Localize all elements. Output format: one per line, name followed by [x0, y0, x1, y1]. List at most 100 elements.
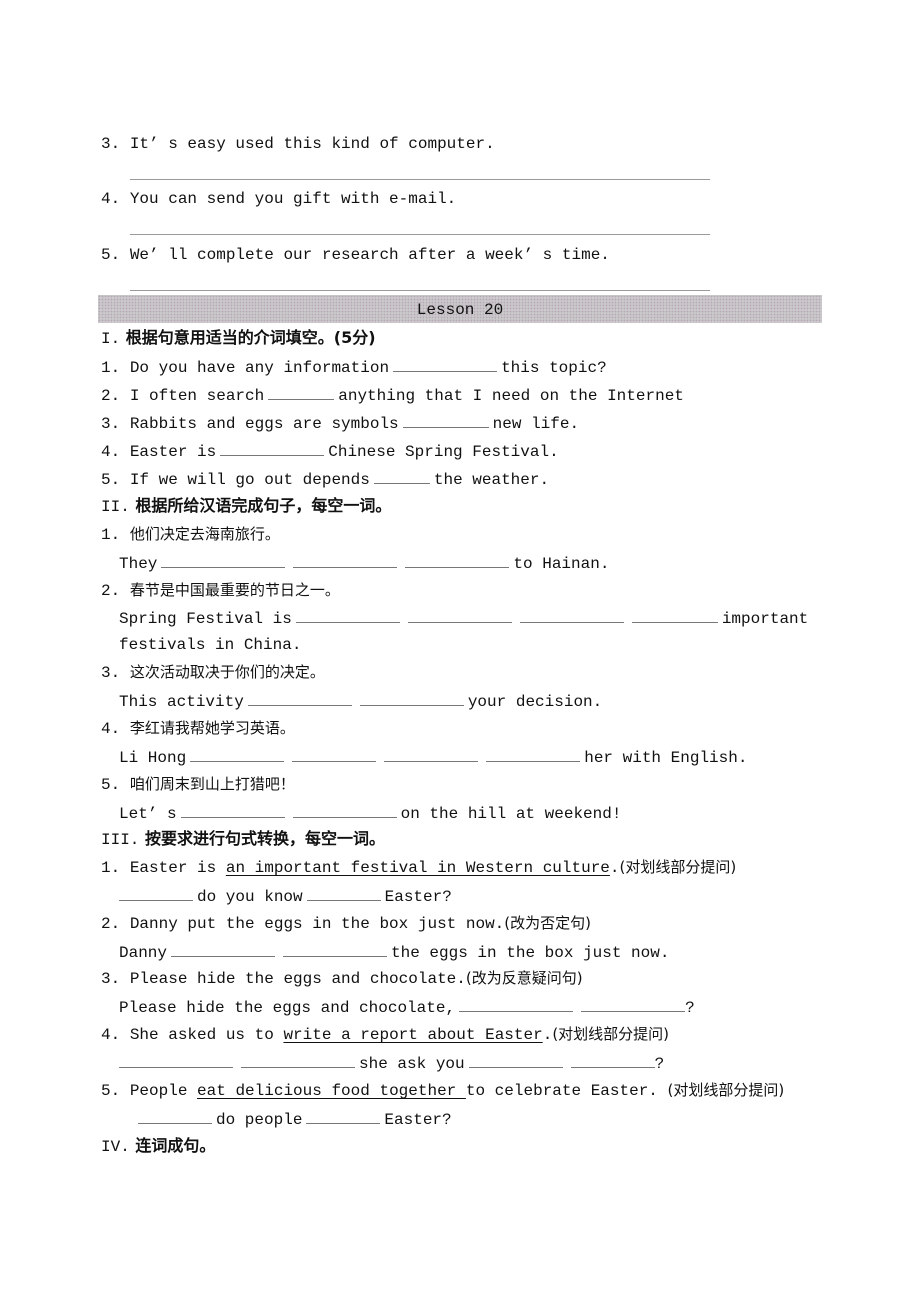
section-title: 按要求进行句式转换，每空一词。: [144, 829, 385, 848]
item-text: I often search: [129, 387, 265, 405]
s3-item-5-answer: do people Easter?: [138, 1108, 452, 1130]
blank[interactable]: [468, 1052, 563, 1068]
item-text: Li Hong: [119, 749, 187, 767]
item-text: anything that I need on the Internet: [338, 387, 684, 405]
s2-item-2-cn: 2. 春节是中国最重要的节日之一。: [101, 580, 340, 601]
blank[interactable]: [268, 384, 335, 400]
s2-item-3-cn: 3. 这次活动取决于你们的决定。: [101, 662, 325, 683]
item-number: 2.: [101, 582, 121, 600]
blank[interactable]: [407, 607, 512, 623]
item-text: Easter?: [384, 1111, 452, 1129]
item-text: We’ ll complete our research after a wee…: [129, 246, 610, 264]
s2-item-2-en: Spring Festival is important: [119, 607, 808, 629]
blank[interactable]: [631, 607, 718, 623]
chinese-prompt: 李红请我帮她学习英语。: [129, 719, 295, 737]
s3-item-3: 3. Please hide the eggs and chocolate.(改…: [101, 968, 583, 989]
s1-item-2: 2. I often search anything that I need on…: [101, 384, 684, 406]
s3-item-3-answer: Please hide the eggs and chocolate,?: [119, 996, 695, 1018]
blank[interactable]: [295, 607, 400, 623]
blank[interactable]: [459, 996, 574, 1012]
blank[interactable]: [384, 746, 479, 762]
blank[interactable]: [359, 690, 464, 706]
item-text: Easter?: [384, 888, 452, 906]
blank[interactable]: [241, 1052, 355, 1068]
section-title: 连词成句。: [135, 1136, 216, 1155]
item-number: 4.: [101, 443, 121, 461]
instruction: (对划线部分提问): [552, 1025, 670, 1043]
blank[interactable]: [247, 690, 352, 706]
item-text: to Hainan.: [513, 555, 610, 573]
blank[interactable]: [581, 996, 686, 1012]
item-text: new life.: [492, 415, 580, 433]
item-number: 4.: [101, 720, 121, 738]
item-number: 1.: [101, 359, 121, 377]
item-text: This activity: [119, 693, 244, 711]
prev-item-5: 5. We’ ll complete our research after a …: [101, 245, 610, 265]
answer-line[interactable]: [130, 179, 710, 180]
s3-item-4-answer: she ask you?: [119, 1052, 664, 1074]
s2-item-2-cont: festivals in China.: [119, 635, 301, 655]
blank[interactable]: [519, 607, 624, 623]
blank[interactable]: [373, 468, 430, 484]
item-text: You can send you gift with e-mail.: [129, 190, 457, 208]
s2-item-1-en: They to Hainan.: [119, 552, 609, 574]
blank[interactable]: [190, 746, 285, 762]
item-text: Easter is: [129, 443, 217, 461]
section-title: 根据所给汉语完成句子，每空一词。: [135, 496, 392, 515]
item-text: the eggs in the box just now.: [391, 944, 670, 962]
item-text: Danny: [119, 944, 168, 962]
item-text: ?: [685, 999, 695, 1017]
item-text: It’ s easy used this kind of computer.: [129, 135, 495, 153]
blank[interactable]: [306, 1108, 381, 1124]
section-1-heading: I. 根据句意用适当的介词填空。(5分): [101, 328, 376, 349]
blank[interactable]: [402, 412, 489, 428]
s3-item-4: 4. She asked us to write a report about …: [101, 1024, 669, 1045]
blank[interactable]: [306, 885, 381, 901]
blank[interactable]: [292, 802, 397, 818]
item-number: 3.: [101, 135, 121, 153]
s2-item-5-en: Let’ s on the hill at weekend!: [119, 802, 621, 824]
chinese-prompt: 这次活动取决于你们的决定。: [129, 663, 325, 681]
blank[interactable]: [393, 356, 498, 372]
blank[interactable]: [486, 746, 581, 762]
blank[interactable]: [292, 746, 377, 762]
item-text: your decision.: [467, 693, 603, 711]
blank[interactable]: [180, 802, 285, 818]
section-2-heading: II. 根据所给汉语完成句子，每空一词。: [101, 496, 391, 517]
s1-item-5: 5. If we will go out depends the weather.: [101, 468, 549, 490]
underlined-text: an important festival in Western culture: [225, 859, 610, 877]
item-number: 3.: [101, 415, 121, 433]
instruction: (对划线部分提问): [619, 858, 737, 876]
s2-item-4-cn: 4. 李红请我帮她学习英语。: [101, 718, 295, 739]
chinese-prompt: 他们决定去海南旅行。: [129, 525, 280, 543]
answer-line[interactable]: [130, 290, 710, 291]
blank[interactable]: [293, 552, 398, 568]
section-number: III.: [101, 831, 140, 849]
blank[interactable]: [220, 440, 325, 456]
item-number: 4.: [101, 190, 121, 208]
prev-item-3: 3. It’ s easy used this kind of computer…: [101, 134, 495, 154]
answer-line[interactable]: [130, 234, 710, 235]
blank[interactable]: [161, 552, 286, 568]
blank[interactable]: [119, 885, 193, 901]
s1-item-1: 1. Do you have any information this topic…: [101, 356, 607, 378]
s2-item-3-en: This activity your decision.: [119, 690, 602, 712]
blank[interactable]: [119, 1052, 233, 1068]
blank[interactable]: [405, 552, 510, 568]
chinese-prompt: 咱们周末到山上打猎吧！: [129, 775, 295, 793]
item-number: 5.: [101, 246, 121, 264]
section-4-heading: IV. 连词成句。: [101, 1136, 215, 1157]
blank[interactable]: [283, 941, 388, 957]
section-3-heading: III. 按要求进行句式转换，每空一词。: [101, 829, 385, 850]
item-text: Rabbits and eggs are symbols: [129, 415, 399, 433]
s2-item-1-cn: 1. 他们决定去海南旅行。: [101, 524, 280, 545]
item-text: her with English.: [584, 749, 748, 767]
section-number: IV.: [101, 1138, 130, 1156]
section-number: I.: [101, 330, 121, 348]
item-number: 2.: [101, 387, 121, 405]
s3-item-2-answer: Danny the eggs in the box just now.: [119, 941, 669, 963]
item-text: .: [542, 1026, 553, 1044]
blank[interactable]: [138, 1108, 212, 1124]
blank[interactable]: [570, 1052, 655, 1068]
blank[interactable]: [171, 941, 276, 957]
